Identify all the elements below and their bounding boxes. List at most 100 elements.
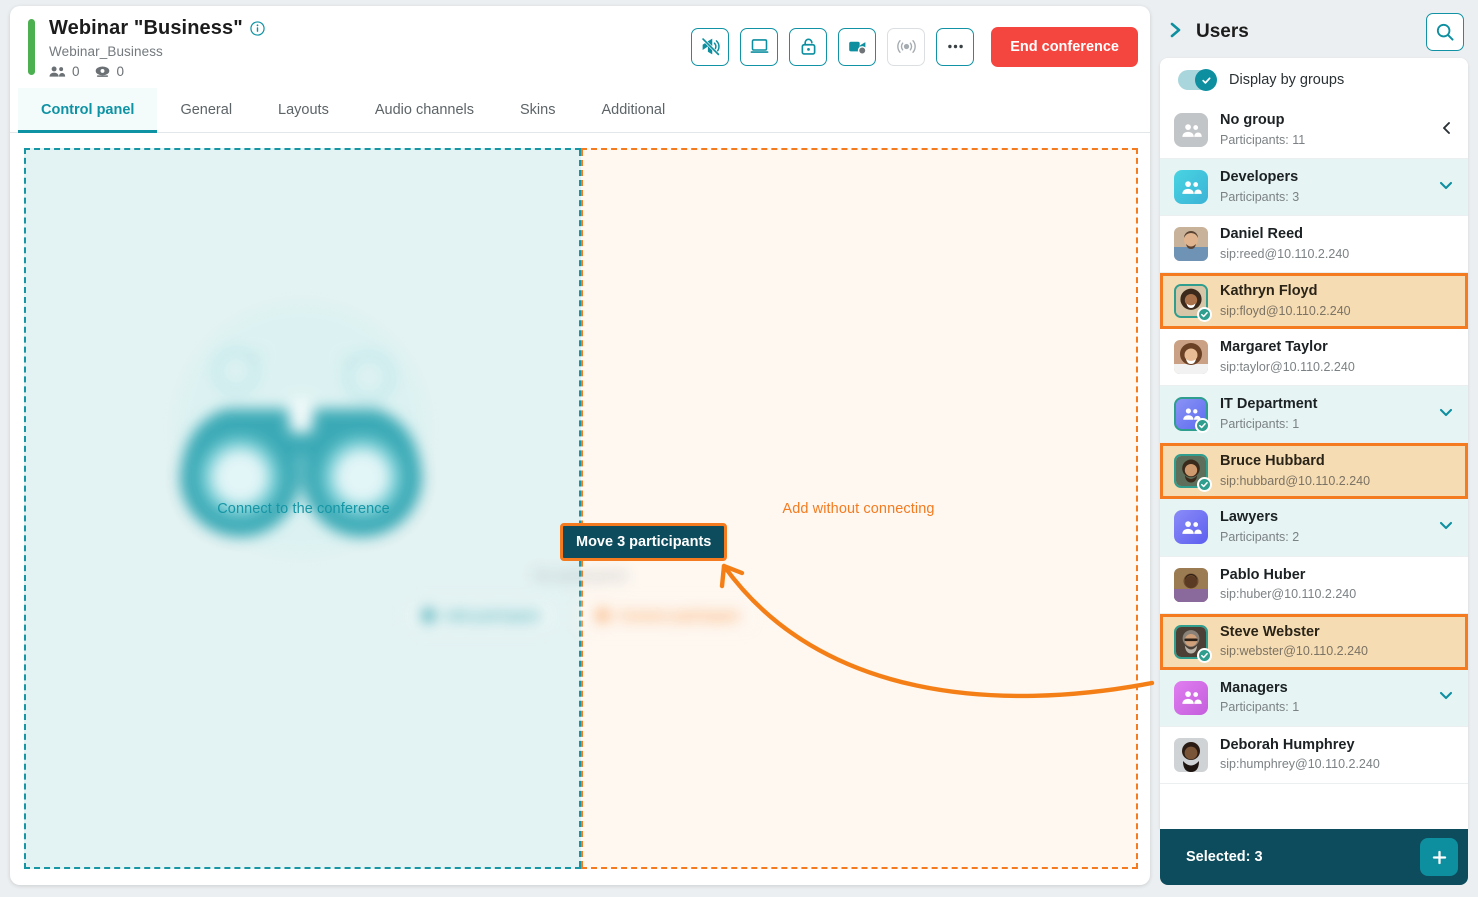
more-options-icon[interactable]	[936, 27, 975, 66]
search-icon[interactable]	[1426, 13, 1464, 51]
end-conference-button[interactable]: End conference	[991, 26, 1138, 67]
selected-count: Selected: 3	[1186, 849, 1263, 865]
user-name: Deborah Humphrey	[1220, 736, 1355, 753]
tab-general[interactable]: General	[157, 88, 255, 132]
dropzone-divider-right	[581, 150, 583, 867]
group-row-it-department[interactable]: IT Department Participants: 1	[1160, 386, 1468, 444]
group-row-lawyers[interactable]: Lawyers Participants: 2	[1160, 499, 1468, 557]
dropzone-add[interactable]: Add without connecting	[581, 148, 1138, 869]
group-name: Managers	[1220, 679, 1288, 696]
avatar	[1174, 284, 1212, 323]
display-by-groups-label: Display by groups	[1229, 72, 1345, 88]
group-icon	[1174, 170, 1208, 205]
recording-icon[interactable]	[838, 27, 877, 66]
tab-additional[interactable]: Additional	[578, 88, 688, 132]
group-participants: Participants: 3	[1220, 189, 1300, 204]
user-text: Bruce Hubbard sip:hubbard@10.110.2.240	[1220, 452, 1454, 490]
selected-check-icon	[1197, 477, 1212, 493]
user-text: Steve Webster sip:webster@10.110.2.240	[1220, 623, 1454, 661]
user-row-pablo-huber[interactable]: Pablo Huber sip:huber@10.110.2.240	[1160, 556, 1468, 614]
avatar	[1174, 737, 1208, 772]
user-name: Bruce Hubbard	[1220, 453, 1325, 470]
tab-skins[interactable]: Skins	[497, 88, 578, 132]
chevron-down-icon[interactable]	[1438, 688, 1454, 707]
user-name: Kathryn Floyd	[1220, 283, 1318, 300]
user-row-daniel-reed[interactable]: Daniel Reed sip:reed@10.110.2.240	[1160, 216, 1468, 274]
user-row-kathryn-floyd[interactable]: Kathryn Floyd sip:floyd@10.110.2.240	[1160, 273, 1468, 330]
chevron-down-icon[interactable]	[1438, 518, 1454, 537]
info-icon[interactable]	[250, 20, 265, 36]
chevron-down-icon[interactable]	[1438, 178, 1454, 197]
avatar	[1174, 340, 1208, 375]
group-row-no-group[interactable]: No group Participants: 11	[1160, 102, 1468, 160]
user-sip: sip:huber@10.110.2.240	[1220, 587, 1357, 602]
dropzone-connect[interactable]: No participants Add participant Connect …	[24, 148, 757, 869]
status-accent-bar	[28, 18, 35, 75]
screen-share-icon[interactable]	[740, 27, 779, 66]
conference-header: Webinar "Business" Webinar_Business 0 0 …	[10, 6, 1150, 88]
group-text: Lawyers Participants: 2	[1220, 508, 1426, 546]
user-text: Deborah Humphrey sip:humphrey@10.110.2.2…	[1220, 736, 1454, 774]
tab-audio-channels[interactable]: Audio channels	[352, 88, 497, 132]
user-text: Margaret Taylor sip:taylor@10.110.2.240	[1220, 338, 1454, 376]
user-name: Pablo Huber	[1220, 566, 1306, 583]
app-root: Webinar "Business" Webinar_Business 0 0 …	[0, 0, 1478, 897]
add-participant-button[interactable]: Add participant	[405, 598, 557, 633]
group-row-developers[interactable]: Developers Participants: 3	[1160, 159, 1468, 217]
user-name: Steve Webster	[1220, 623, 1320, 640]
eye-icon	[94, 65, 111, 78]
group-name: No group	[1220, 112, 1285, 128]
tab-control-panel[interactable]: Control panel	[18, 88, 158, 133]
drop-zone-area: No participants Add participant Connect …	[10, 134, 1150, 885]
group-name: Developers	[1220, 169, 1299, 186]
chevron-left-icon[interactable]	[1440, 121, 1454, 140]
group-icon	[1174, 113, 1208, 148]
selected-check-icon	[1195, 418, 1210, 434]
add-participant-icon	[422, 609, 436, 622]
selected-bar: Selected: 3	[1160, 829, 1468, 885]
users-panel-title: Users	[1196, 21, 1249, 42]
group-participants: Participants: 1	[1220, 700, 1300, 715]
user-sip: sip:humphrey@10.110.2.240	[1220, 757, 1380, 772]
participants-count: 0	[49, 64, 80, 79]
group-participants: Participants: 11	[1220, 132, 1306, 147]
selected-check-icon	[1197, 307, 1212, 323]
display-by-groups-row[interactable]: Display by groups	[1160, 58, 1468, 102]
user-row-steve-webster[interactable]: Steve Webster sip:webster@10.110.2.240	[1160, 613, 1468, 670]
user-sip: sip:reed@10.110.2.240	[1220, 246, 1350, 261]
views-count-value: 0	[116, 63, 125, 79]
group-text: No group Participants: 11	[1220, 111, 1428, 149]
user-row-bruce-hubbard[interactable]: Bruce Hubbard sip:hubbard@10.110.2.240	[1160, 443, 1468, 500]
conference-stats: 0 0	[49, 64, 265, 79]
group-text: Developers Participants: 3	[1220, 168, 1426, 206]
conference-toolbar: End conference	[691, 26, 1138, 67]
user-text: Kathryn Floyd sip:floyd@10.110.2.240	[1220, 282, 1454, 320]
avatar	[1174, 227, 1208, 262]
user-text: Pablo Huber sip:huber@10.110.2.240	[1220, 566, 1454, 604]
display-by-groups-toggle[interactable]	[1178, 69, 1217, 91]
conference-subtitle: Webinar_Business	[49, 43, 163, 59]
dropzone-add-label: Add without connecting	[782, 500, 935, 517]
group-text: Managers Participants: 1	[1220, 679, 1426, 717]
user-sip: sip:hubbard@10.110.2.240	[1220, 473, 1371, 488]
chevron-right-icon[interactable]	[1168, 21, 1184, 44]
avatar	[1174, 454, 1212, 493]
broadcast-icon[interactable]	[887, 27, 926, 66]
chevron-down-icon[interactable]	[1438, 405, 1454, 424]
plus-icon[interactable]	[1420, 838, 1458, 876]
avatar	[1174, 567, 1208, 602]
user-name: Daniel Reed	[1220, 226, 1303, 243]
user-sip: sip:floyd@10.110.2.240	[1220, 303, 1351, 318]
users-panel-header: Users	[1160, 6, 1468, 58]
group-row-managers[interactable]: Managers Participants: 1	[1160, 669, 1468, 727]
tab-layouts[interactable]: Layouts	[255, 88, 352, 132]
lock-icon[interactable]	[789, 27, 828, 66]
group-icon	[1174, 510, 1208, 545]
user-text: Daniel Reed sip:reed@10.110.2.240	[1220, 225, 1454, 263]
users-list[interactable]: Display by groups No group Participants:…	[1160, 58, 1468, 829]
mute-all-icon[interactable]	[691, 27, 730, 66]
user-row-deborah-humphrey[interactable]: Deborah Humphrey sip:humphrey@10.110.2.2…	[1160, 726, 1468, 784]
user-sip: sip:taylor@10.110.2.240	[1220, 359, 1355, 374]
user-row-margaret-taylor[interactable]: Margaret Taylor sip:taylor@10.110.2.240	[1160, 329, 1468, 387]
user-sip: sip:webster@10.110.2.240	[1220, 644, 1368, 659]
